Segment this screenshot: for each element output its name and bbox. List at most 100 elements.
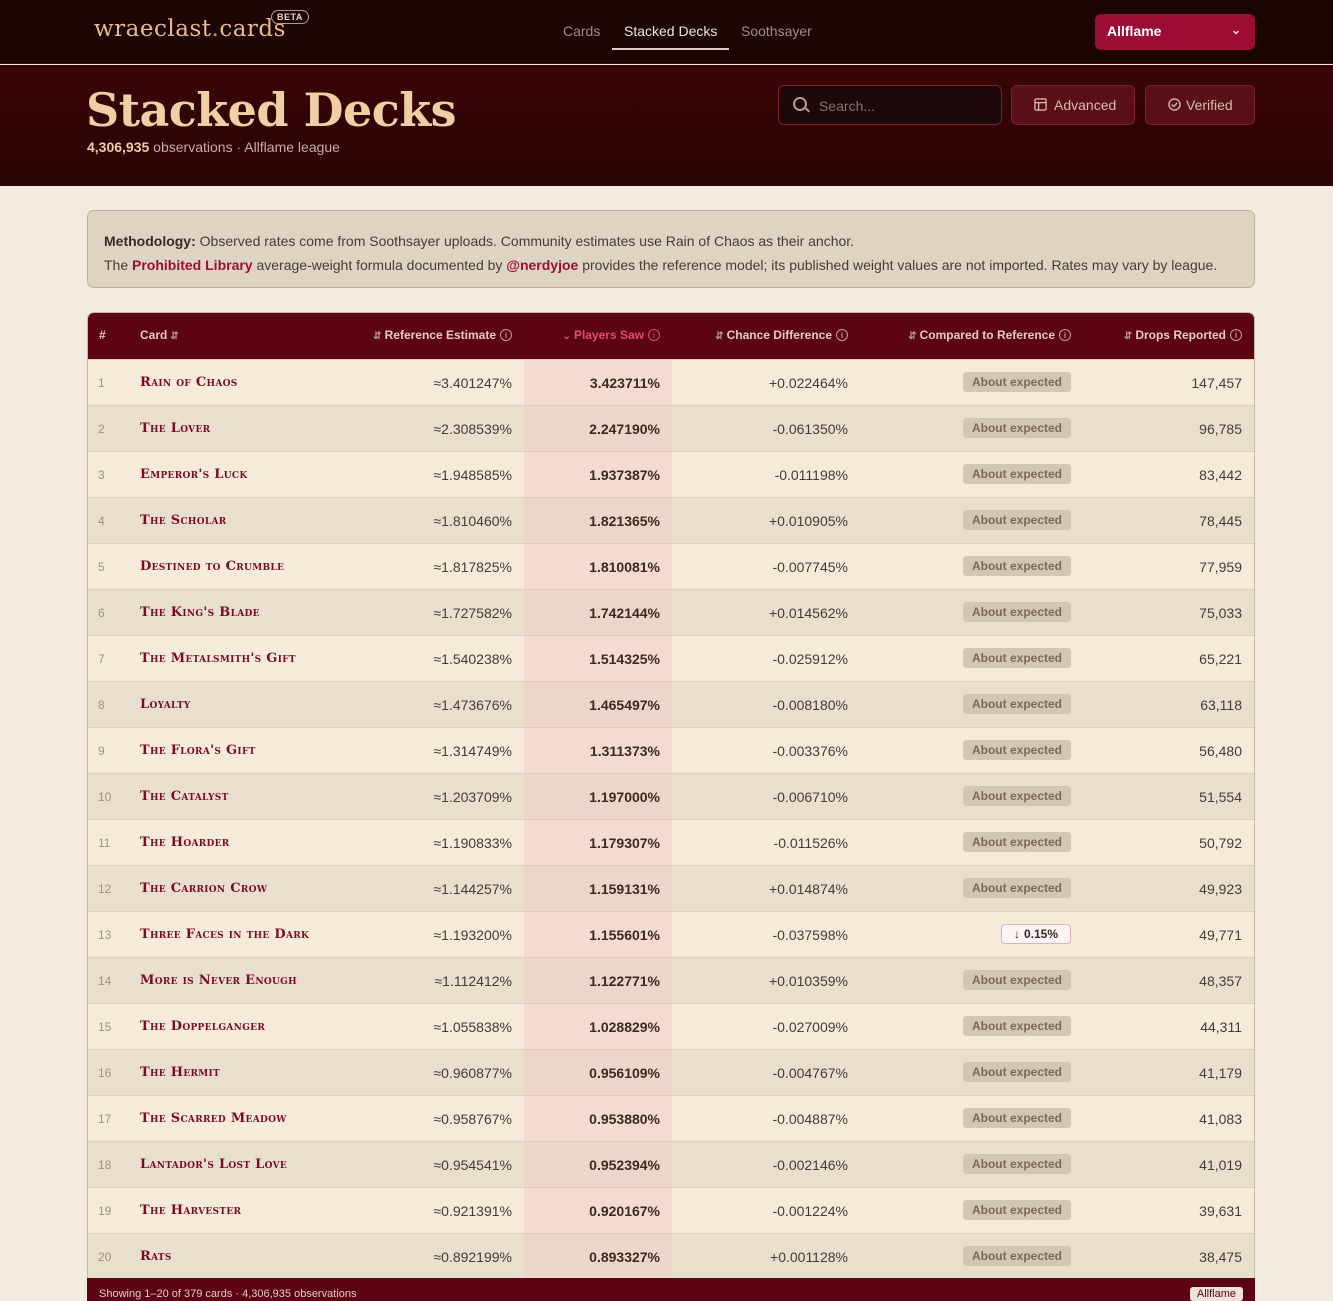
table-row[interactable]: 5 Destined to Crumble ≈1.817825% 1.810081% -… <box>88 543 1254 589</box>
table-summary: Showing 1–20 of 379 cards · 4,306,935 ob… <box>99 1288 357 1300</box>
info-icon[interactable]: i <box>648 329 660 341</box>
search-input[interactable] <box>819 96 989 116</box>
table-row[interactable]: 20 Rats ≈0.892199% 0.893327% +0.001128% About… <box>88 1233 1254 1279</box>
table-row[interactable]: 9 The Flora's Gift ≈1.314749% 1.311373% -0.0… <box>88 727 1254 773</box>
row-rank: 9 <box>98 744 105 758</box>
methodology-note: Methodology: Observed rates come from So… <box>87 210 1255 288</box>
col-compared[interactable]: ⇵ Compared to Reference i <box>905 328 1071 342</box>
search-box[interactable] <box>778 85 1002 125</box>
comparison-badge: About expected <box>962 372 1071 392</box>
card-name-link[interactable]: Rats <box>140 1249 172 1264</box>
league-select[interactable]: Allflame ⌄ <box>1095 14 1255 50</box>
nav-stacked-decks[interactable]: Stacked Decks <box>624 23 717 39</box>
table-row[interactable]: 10 The Catalyst ≈1.203709% 1.197000% -0.0067… <box>88 773 1254 819</box>
col-chance-difference[interactable]: ⇵ Chance Difference i <box>712 328 848 342</box>
card-name-link[interactable]: Destined to Crumble <box>140 559 284 574</box>
table-row[interactable]: 14 More is Never Enough ≈1.112412% 1.122771… <box>88 957 1254 1003</box>
row-rank: 19 <box>98 1204 112 1218</box>
table-row[interactable]: 1 Rain of Chaos ≈3.401247% 3.423711% +0.0224… <box>88 359 1254 405</box>
table-row[interactable]: 7 The Metalsmith's Gift ≈1.540238% 1.514325… <box>88 635 1254 681</box>
compared-to-reference: About expected <box>962 694 1071 714</box>
table-row[interactable]: 11 The Hoarder ≈1.190833% 1.179307% -0.01152… <box>88 819 1254 865</box>
reference-estimate: ≈1.314749% <box>433 743 512 759</box>
verified-button[interactable]: Verified <box>1145 85 1255 125</box>
card-name-link[interactable]: The Doppelganger <box>140 1019 265 1034</box>
nav-soothsayer[interactable]: Soothsayer <box>741 23 812 39</box>
table-row[interactable]: 19 The Harvester ≈0.921391% 0.920167% -0.001… <box>88 1187 1254 1233</box>
card-name-link[interactable]: The Metalsmith's Gift <box>140 651 296 666</box>
col-reference-estimate[interactable]: ⇵ Reference Estimate i <box>370 328 512 342</box>
col-drops-reported[interactable]: ⇵ Drops Reported i <box>1121 328 1242 342</box>
card-name-link[interactable]: The Scholar <box>140 513 227 528</box>
arrow-down-icon: ↓ <box>1013 927 1020 941</box>
advanced-button[interactable]: Advanced <box>1011 85 1135 125</box>
col-players-saw[interactable]: ⌄ Players Saw i <box>560 328 660 342</box>
card-name-link[interactable]: Rain of Chaos <box>140 375 238 390</box>
row-rank: 13 <box>98 928 112 942</box>
nav-cards[interactable]: Cards <box>563 23 600 39</box>
compared-to-reference: About expected <box>962 1154 1071 1174</box>
row-rank: 11 <box>98 836 111 850</box>
card-name-link[interactable]: Lantador's Lost Love <box>140 1157 287 1172</box>
site-logo[interactable]: wraeclast.cards <box>94 16 286 42</box>
card-name-link[interactable]: More is Never Enough <box>140 973 297 988</box>
table-row[interactable]: 13 Three Faces in the Dark ≈1.193200% 1.155… <box>88 911 1254 957</box>
table-row[interactable]: 17 The Scarred Meadow ≈0.958767% 0.953880% -… <box>88 1095 1254 1141</box>
card-name-link[interactable]: The Carrion Crow <box>140 881 267 896</box>
table-row[interactable]: 12 The Carrion Crow ≈1.144257% 1.159131% +0.… <box>88 865 1254 911</box>
table-row[interactable]: 15 The Doppelganger ≈1.055838% 1.028829% -0.… <box>88 1003 1254 1049</box>
card-name-link[interactable]: Emperor's Luck <box>140 467 247 482</box>
card-name-link[interactable]: Three Faces in the Dark <box>140 927 309 942</box>
card-name-link[interactable]: The Hermit <box>140 1065 220 1080</box>
drops-reported: 41,179 <box>1199 1065 1242 1081</box>
prohibited-library-link[interactable]: Prohibited Library <box>132 257 253 273</box>
compared-to-reference: About expected <box>962 602 1071 622</box>
table-row[interactable]: 3 Emperor's Luck ≈1.948585% 1.937387% -0.011… <box>88 451 1254 497</box>
row-rank: 20 <box>98 1250 112 1264</box>
drops-reported: 44,311 <box>1200 1019 1242 1035</box>
observation-suffix: observations · Allflame league <box>149 139 340 155</box>
card-name-link[interactable]: Loyalty <box>140 697 191 712</box>
table-row[interactable]: 6 The King's Blade ≈1.727582% 1.742144% +0.0… <box>88 589 1254 635</box>
row-rank: 5 <box>98 560 105 574</box>
chance-difference: +0.014562% <box>768 605 848 621</box>
col-ref-label: Reference Estimate <box>384 328 496 342</box>
table-header: # Card ⇵ ⇵ Reference Estimate i ⌄ Players Sa… <box>88 313 1254 359</box>
chance-difference: -0.061350% <box>772 421 848 437</box>
card-name-link[interactable]: The Lover <box>140 421 210 436</box>
row-rank: 6 <box>98 606 105 620</box>
card-name-link[interactable]: The Harvester <box>140 1203 241 1218</box>
col-card[interactable]: Card ⇵ <box>140 328 182 342</box>
nerdyjoe-link[interactable]: @nerdyjoe <box>506 257 578 273</box>
check-circle-icon <box>1168 98 1181 111</box>
info-icon[interactable]: i <box>836 329 848 341</box>
reference-estimate: ≈1.203709% <box>433 789 512 805</box>
card-name-link[interactable]: The Flora's Gift <box>140 743 256 758</box>
page-header: Stacked Decks 4,306,935 observations · A… <box>0 65 1333 186</box>
table-row[interactable]: 4 The Scholar ≈1.810460% 1.821365% +0.010905… <box>88 497 1254 543</box>
row-rank: 18 <box>98 1158 112 1172</box>
table-row[interactable]: 16 The Hermit ≈0.960877% 0.956109% -0.004767… <box>88 1049 1254 1095</box>
methodology-text-2b: average-weight formula documented by <box>252 257 507 273</box>
table-row[interactable]: 2 The Lover ≈2.308539% 2.247190% -0.061350% A… <box>88 405 1254 451</box>
chance-difference: -0.025912% <box>772 651 848 667</box>
info-icon[interactable]: i <box>1230 329 1242 341</box>
card-name-link[interactable]: The King's Blade <box>140 605 260 620</box>
reference-estimate: ≈0.954541% <box>433 1157 512 1173</box>
methodology-line-1: Methodology: Observed rates come from So… <box>104 229 1238 253</box>
info-icon[interactable]: i <box>500 329 512 341</box>
methodology-text-1: Observed rates come from Soothsayer uplo… <box>195 233 855 249</box>
card-name-link[interactable]: The Catalyst <box>140 789 229 804</box>
row-rank: 17 <box>98 1112 112 1126</box>
card-name-link[interactable]: The Scarred Meadow <box>140 1111 287 1126</box>
drops-reported: 96,785 <box>1199 421 1242 437</box>
chance-difference: -0.004767% <box>772 1065 848 1081</box>
drops-reported: 41,083 <box>1199 1111 1242 1127</box>
card-name-link[interactable]: The Hoarder <box>140 835 230 850</box>
table-row[interactable]: 8 Loyalty ≈1.473676% 1.465497% -0.008180% Abo… <box>88 681 1254 727</box>
reference-estimate: ≈1.727582% <box>433 605 512 621</box>
chance-difference: -0.001224% <box>772 1203 848 1219</box>
info-icon[interactable]: i <box>1059 329 1071 341</box>
comparison-badge: About expected <box>962 464 1071 484</box>
table-row[interactable]: 18 Lantador's Lost Love ≈0.954541% 0.952394… <box>88 1141 1254 1187</box>
